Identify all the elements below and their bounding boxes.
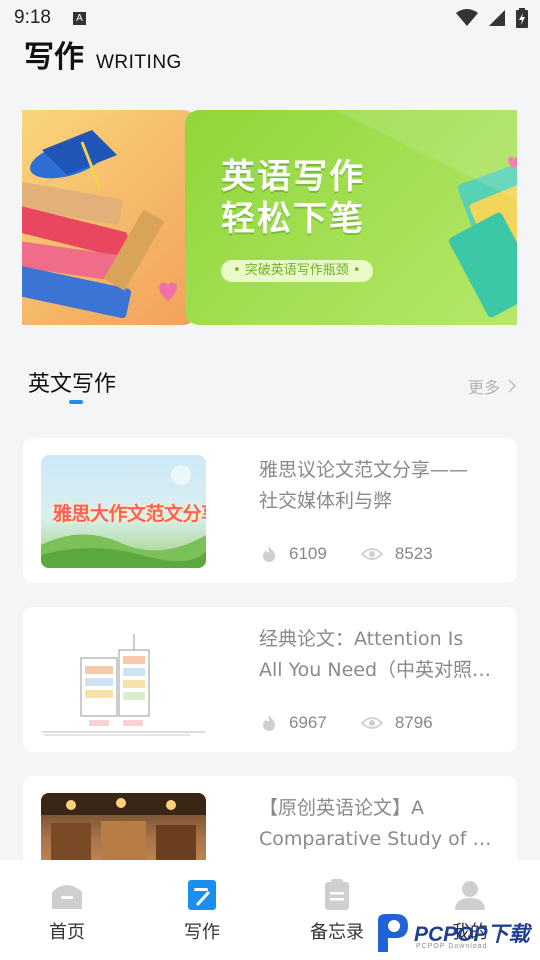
more-label: 更多 [467, 378, 500, 397]
chevron-right-icon [508, 379, 516, 393]
section-underline [69, 400, 83, 404]
article-title: 雅思议论文范文分享—— 社交媒体利与弊 [259, 455, 499, 517]
likes-count: 6967 [289, 713, 327, 732]
banner-tagline: • 突破英语写作瓶颈 • [221, 260, 373, 282]
article-title-line2: All You Need（中英对照… [259, 659, 492, 681]
banner-headline-line1: 英语写作 [221, 157, 365, 197]
likes-stat: 6967 [261, 713, 327, 733]
views-stat: 8796 [360, 713, 433, 733]
article-title-line1: 【原创英语论文】A [259, 797, 424, 819]
tab-home[interactable]: 首页 [17, 878, 117, 944]
page-header: 写作 WRITING [24, 32, 182, 76]
eye-icon [360, 717, 383, 729]
flame-icon [263, 546, 276, 562]
status-bar: 9:18 A [0, 0, 540, 36]
notification-icon: A [72, 11, 86, 25]
article-thumbnail [41, 624, 206, 737]
article-title-line2: 社交媒体利与弊 [259, 490, 393, 512]
article-card[interactable]: 雅思大作文范文分享 雅思议论文范文分享—— 社交媒体利与弊 6109 8523 [23, 438, 517, 583]
eye-icon [360, 548, 383, 560]
memo-icon [325, 879, 349, 910]
page-subtitle: WRITING [96, 52, 182, 73]
banner-slide-english-writing[interactable]: 英语写作 轻松下笔 • 突破英语写作瓶颈 • [185, 110, 517, 325]
watermark-subtext: PCPOP Download [416, 943, 488, 950]
section-title: 英文写作 [28, 372, 117, 397]
article-thumbnail: 雅思大作文范文分享 [41, 455, 206, 568]
battery-icon [516, 8, 528, 28]
article-title-line1: 雅思议论文范文分享—— [259, 459, 469, 481]
page-title: 写作 [24, 40, 84, 75]
article-title: 经典论文：Attention Is All You Need（中英对照… [259, 624, 499, 686]
section-header: 英文写作 更多 [28, 366, 518, 406]
pen-note-icon [188, 880, 216, 910]
likes-stat: 6109 [261, 544, 327, 564]
banner-carousel[interactable]: 英语写作 轻松下笔 • 突破英语写作瓶颈 • [22, 110, 517, 325]
views-count: 8796 [394, 713, 433, 732]
tab-write-label: 写作 [184, 922, 220, 943]
article-stats: 6109 8523 [261, 544, 433, 564]
article-title-line1: 经典论文：Attention Is [259, 628, 464, 650]
status-icons [456, 8, 528, 28]
article-card[interactable]: 经典论文：Attention Is All You Need（中英对照… 696… [23, 607, 517, 752]
watermark: PCPOP下载 PCPOP Download [372, 910, 540, 960]
diagram-illustration [41, 634, 206, 736]
thumbnail-caption: 雅思大作文范文分享 [53, 503, 206, 525]
article-stats: 6967 8796 [261, 713, 433, 733]
article-title-line2: Comparative Study of C… [259, 828, 499, 850]
status-time: 9:18 [14, 7, 51, 28]
views-stat: 8523 [360, 544, 433, 564]
banner-slide-previous[interactable] [22, 110, 197, 325]
views-count: 8523 [394, 544, 433, 563]
flame-icon [263, 715, 276, 731]
books-illustration [22, 130, 177, 319]
user-icon [455, 881, 485, 910]
tab-write[interactable]: 写作 [152, 878, 252, 944]
wifi-icon [456, 9, 478, 26]
cellular-icon [489, 10, 505, 26]
more-button[interactable]: 更多 [468, 374, 516, 398]
banner-headline: 英语写作 轻松下笔 [221, 156, 365, 240]
article-title: 【原创英语论文】A Comparative Study of C… [259, 793, 499, 855]
watermark-logo-icon [378, 914, 408, 952]
home-icon [52, 885, 82, 909]
likes-count: 6109 [289, 544, 327, 563]
tab-home-label: 首页 [49, 922, 85, 943]
banner-headline-line2: 轻松下笔 [221, 199, 365, 239]
